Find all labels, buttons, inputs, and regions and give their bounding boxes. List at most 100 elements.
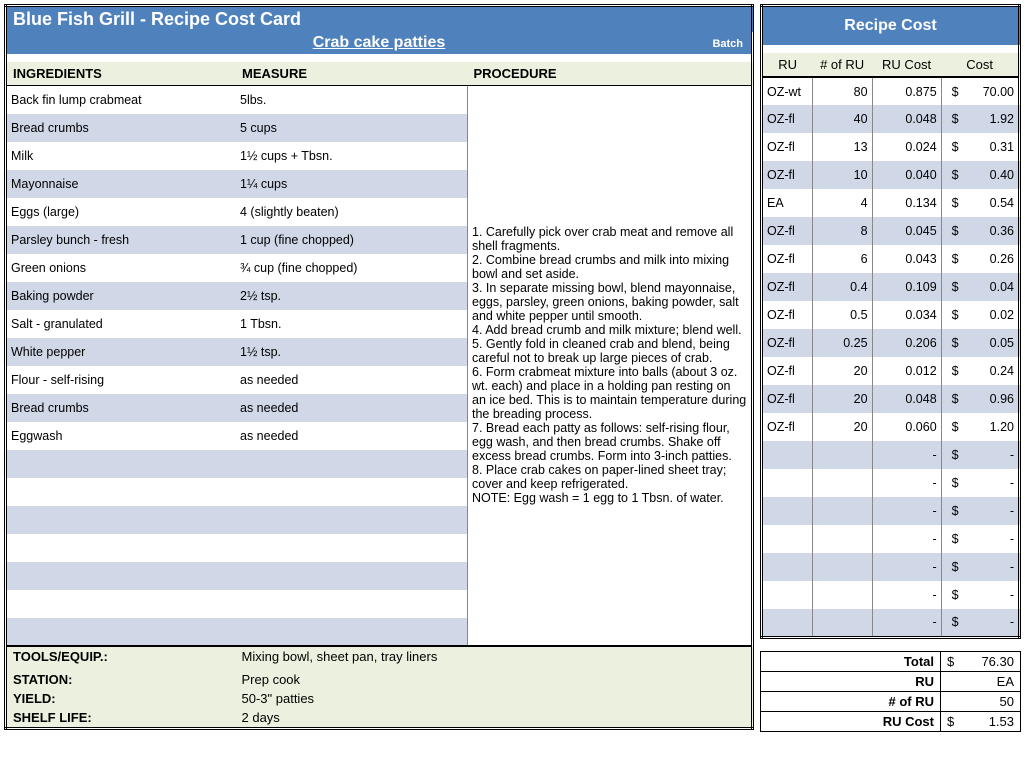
- sum-ru-value: EA: [941, 671, 1021, 691]
- cost-row: OZ-fl200.048$0.96: [762, 385, 1020, 413]
- cost-num: 0.25: [812, 329, 872, 357]
- cost-ru: OZ-fl: [762, 245, 813, 273]
- cost-title: Recipe Cost: [762, 6, 1020, 46]
- cost-ru: [762, 525, 813, 553]
- ingredient-measure: 5lbs.: [236, 86, 468, 114]
- ingredient-name: Eggs (large): [6, 198, 236, 226]
- col-ingredients: INGREDIENTS: [6, 62, 236, 86]
- cost-ru: [762, 553, 813, 581]
- cost-num: [812, 609, 872, 637]
- cost-ru: OZ-fl: [762, 413, 813, 441]
- cost-ru: OZ-fl: [762, 357, 813, 385]
- cost-cost: $0.96: [941, 385, 1019, 413]
- cost-cost: $-: [941, 441, 1019, 469]
- cost-num: 8: [812, 217, 872, 245]
- ingredient-name: [6, 478, 236, 506]
- yield-label: YIELD:: [6, 689, 236, 708]
- cost-num: 4: [812, 189, 872, 217]
- cost-ru: [762, 581, 813, 609]
- ingredient-measure: 1½ cups + Tbsn.: [236, 142, 468, 170]
- ingredient-measure: [236, 590, 468, 618]
- sum-rucost-value: $1.53: [941, 711, 1021, 731]
- cost-table: Recipe Cost RU # of RU RU Cost Cost OZ-w…: [760, 4, 1021, 639]
- ingredient-name: [6, 562, 236, 590]
- ingredient-name: Bread crumbs: [6, 114, 236, 142]
- station-value: Prep cook: [236, 670, 753, 689]
- cost-ru: [762, 609, 813, 637]
- cost-num: 40: [812, 105, 872, 133]
- cost-rucost: 0.034: [872, 301, 941, 329]
- cost-row: OZ-fl0.50.034$0.02: [762, 301, 1020, 329]
- cost-num: [812, 469, 872, 497]
- ingredient-measure: 4 (slightly beaten): [236, 198, 468, 226]
- cost-ru: OZ-fl: [762, 329, 813, 357]
- cost-ru: [762, 441, 813, 469]
- ingredient-name: Mayonnaise: [6, 170, 236, 198]
- procedure-text: 1. Carefully pick over crab meat and rem…: [468, 86, 753, 646]
- cost-rucost: 0.060: [872, 413, 941, 441]
- ingredient-name: Parsley bunch - fresh: [6, 226, 236, 254]
- cost-cost: $0.02: [941, 301, 1019, 329]
- cost-num: 10: [812, 161, 872, 189]
- ingredient-name: Back fin lump crabmeat: [6, 86, 236, 114]
- sum-total-value: $76.30: [941, 651, 1021, 671]
- ingredient-name: Bread crumbs: [6, 394, 236, 422]
- cost-rucost: -: [872, 525, 941, 553]
- cost-ru: OZ-fl: [762, 105, 813, 133]
- cost-cost: $0.04: [941, 273, 1019, 301]
- ingredient-measure: 1 Tbsn.: [236, 310, 468, 338]
- ingredient-measure: 5 cups: [236, 114, 468, 142]
- cost-cost: $-: [941, 469, 1019, 497]
- cost-cost: $-: [941, 553, 1019, 581]
- cost-rucost: -: [872, 553, 941, 581]
- cost-num: [812, 441, 872, 469]
- sum-ru-label: RU: [761, 671, 941, 691]
- ingredient-row: Back fin lump crabmeat5lbs.1. Carefully …: [6, 86, 753, 114]
- cost-rucost: -: [872, 497, 941, 525]
- cost-ru: [762, 497, 813, 525]
- cost-cost: $0.40: [941, 161, 1019, 189]
- cost-row: -$-: [762, 553, 1020, 581]
- cost-cost: $0.36: [941, 217, 1019, 245]
- cost-row: -$-: [762, 469, 1020, 497]
- hdr-rucost: RU Cost: [872, 53, 941, 77]
- cost-rucost: 0.045: [872, 217, 941, 245]
- cost-ru: OZ-fl: [762, 217, 813, 245]
- yield-value: 50-3" patties: [236, 689, 753, 708]
- ingredient-measure: [236, 478, 468, 506]
- ingredient-name: [6, 590, 236, 618]
- cost-num: 20: [812, 413, 872, 441]
- cost-ru: OZ-fl: [762, 273, 813, 301]
- cost-row: OZ-wt800.875$70.00: [762, 77, 1020, 105]
- cost-row: OZ-fl200.060$1.20: [762, 413, 1020, 441]
- cost-row: OZ-fl130.024$0.31: [762, 133, 1020, 161]
- ingredient-name: Baking powder: [6, 282, 236, 310]
- cost-row: -$-: [762, 609, 1020, 637]
- cost-cost: $-: [941, 581, 1019, 609]
- cost-num: 6: [812, 245, 872, 273]
- cost-rucost: -: [872, 609, 941, 637]
- cost-row: -$-: [762, 441, 1020, 469]
- cost-ru: OZ-fl: [762, 133, 813, 161]
- shelf-value: 2 days: [236, 708, 753, 729]
- cost-rucost: -: [872, 469, 941, 497]
- cost-cost: $-: [941, 497, 1019, 525]
- cost-num: 20: [812, 385, 872, 413]
- cost-rucost: 0.109: [872, 273, 941, 301]
- cost-rucost: 0.134: [872, 189, 941, 217]
- ingredient-name: Salt - granulated: [6, 310, 236, 338]
- col-measure: MEASURE: [236, 62, 468, 86]
- ingredient-measure: as needed: [236, 422, 468, 450]
- cost-rucost: 0.040: [872, 161, 941, 189]
- ingredient-measure: 1½ tsp.: [236, 338, 468, 366]
- cost-row: OZ-fl0.40.109$0.04: [762, 273, 1020, 301]
- cost-ru: OZ-wt: [762, 77, 813, 105]
- cost-row: OZ-fl100.040$0.40: [762, 161, 1020, 189]
- recipe-card-table: Blue Fish Grill - Recipe Cost Card Crab …: [4, 4, 754, 730]
- cost-row: -$-: [762, 581, 1020, 609]
- cost-cost: $0.24: [941, 357, 1019, 385]
- cost-ru: OZ-fl: [762, 301, 813, 329]
- recipe-name: Crab cake patties Batch: [6, 32, 753, 54]
- sum-numru-label: # of RU: [761, 691, 941, 711]
- sum-rucost-label: RU Cost: [761, 711, 941, 731]
